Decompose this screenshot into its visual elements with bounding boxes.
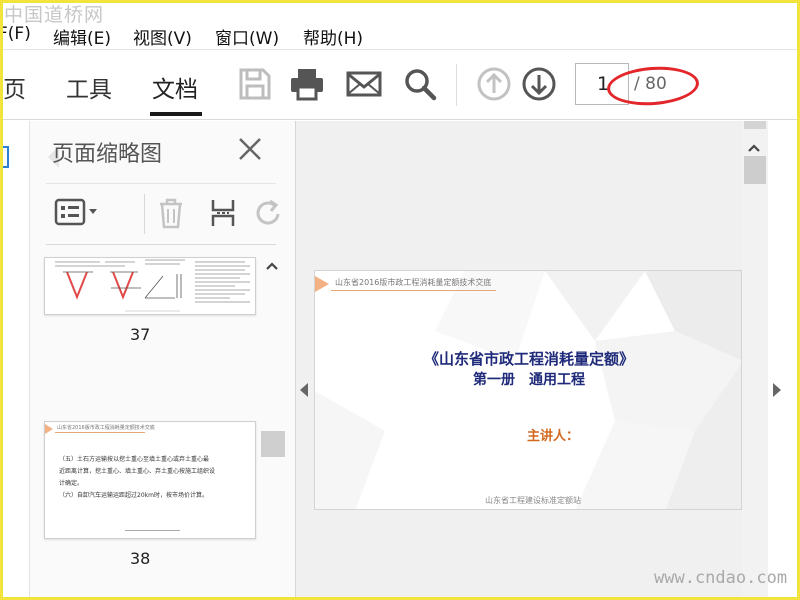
document-page: 山东省2016版市政工程消耗量定额技术交底 《山东省市政工程消耗量定额》 第一册… <box>314 270 742 510</box>
menu-edit[interactable]: 编辑(E) <box>53 24 111 49</box>
thumbnail-38-footer <box>125 530 180 531</box>
menu-help[interactable]: 帮助(H) <box>303 24 363 49</box>
tools-divider <box>144 194 145 234</box>
menu-window[interactable]: 窗口(W) <box>215 24 279 49</box>
slide-footer: 山东省工程建设标准定额站 <box>485 496 581 505</box>
trash-icon[interactable] <box>154 196 188 230</box>
extract-page-icon[interactable] <box>206 196 240 230</box>
thumbnail-38-line: 近距离计算，挖土重心、填土重心、弃土重心按施工组织设 <box>59 468 216 475</box>
thumbnail-37-preview <box>55 259 250 312</box>
thumbnail-page-38[interactable]: 山东省2016版市政工程消耗量定额技术交底 （五）土石方运输按以挖土重心至填土重… <box>44 421 256 539</box>
close-icon[interactable] <box>236 135 264 163</box>
slide-header: 山东省2016版市政工程消耗量定额技术交底 <box>335 278 492 287</box>
slide-subtitle: 第一册 通用工程 <box>473 372 585 388</box>
menu-view[interactable]: 视图(V) <box>133 24 192 49</box>
menu-bar: F(F) 编辑(E) 视图(V) 窗口(W) 帮助(H) <box>0 18 800 50</box>
slide-header-marker <box>315 276 329 292</box>
title-bar: 中国道桥网 <box>0 0 800 26</box>
thumbnail-38-line: （六）自卸汽车运输运距超过20km时，按市场价计算。 <box>59 492 208 499</box>
thumbnail-label-38: 38 <box>130 549 151 568</box>
watermark-top: 中国道桥网 <box>4 4 105 26</box>
slide-title: 《山东省市政工程消耗量定额》 <box>423 350 634 368</box>
toolbar-divider <box>456 64 457 106</box>
menu-file[interactable]: F(F) <box>0 24 31 44</box>
thumbnail-38-marker <box>45 424 53 434</box>
thumbnail-38-header-line <box>55 432 145 433</box>
thumbnail-tools <box>46 183 280 245</box>
rotate-icon[interactable] <box>252 196 286 230</box>
panel-title: 页面缩略图 <box>52 142 163 167</box>
watermark-bottom: www.cndao.com <box>654 568 788 588</box>
scroll-up-icon[interactable] <box>265 261 279 271</box>
thumbnail-scroll-thumb[interactable] <box>261 431 285 457</box>
slide-header-line <box>331 290 496 291</box>
thumbnail-38-line: （五）土石方运输按以挖土重心至填土重心或弃土重心最 <box>59 456 210 463</box>
scrollbar-top-cap <box>744 121 766 129</box>
thumbnail-page-37[interactable] <box>44 257 256 315</box>
document-scrollbar[interactable] <box>742 121 768 600</box>
page-thumbnails-panel: 页面缩略图 37 山东省2016版市政工程消耗量定额技术交底 （五）土石方运输按… <box>30 121 296 600</box>
save-icon[interactable] <box>237 66 273 102</box>
mail-icon[interactable] <box>346 66 382 102</box>
tab-document[interactable]: 文档 <box>152 70 198 104</box>
active-tab-indicator <box>150 112 202 116</box>
search-icon[interactable] <box>402 66 438 102</box>
tab-tools[interactable]: 工具 <box>66 70 112 104</box>
navigation-strip <box>0 121 30 600</box>
page-up-icon[interactable] <box>476 66 512 102</box>
pages-nav-icon[interactable] <box>0 145 10 171</box>
previous-page-arrow[interactable] <box>300 383 308 397</box>
doc-scroll-up-icon[interactable] <box>747 143 761 153</box>
slide-speaker: 主讲人： <box>527 429 580 444</box>
next-page-arrow[interactable] <box>773 383 781 397</box>
page-down-icon[interactable] <box>521 66 557 102</box>
thumbnail-scrollbar[interactable] <box>260 249 286 600</box>
thumbnail-38-body: （五）土石方运输按以挖土重心至填土重心或弃土重心最 近距离计算，挖土重心、填土重… <box>59 454 215 502</box>
slide-background-pattern <box>315 271 741 509</box>
options-menu-icon[interactable] <box>54 198 100 226</box>
thumbnail-label-37: 37 <box>130 325 151 344</box>
doc-scroll-thumb[interactable] <box>744 156 766 184</box>
print-icon[interactable] <box>289 66 325 102</box>
thumbnail-38-line: 计确定。 <box>59 480 84 487</box>
thumbnail-38-header: 山东省2016版市政工程消耗量定额技术交底 <box>57 425 155 431</box>
tab-home[interactable]: 页 <box>3 70 26 104</box>
